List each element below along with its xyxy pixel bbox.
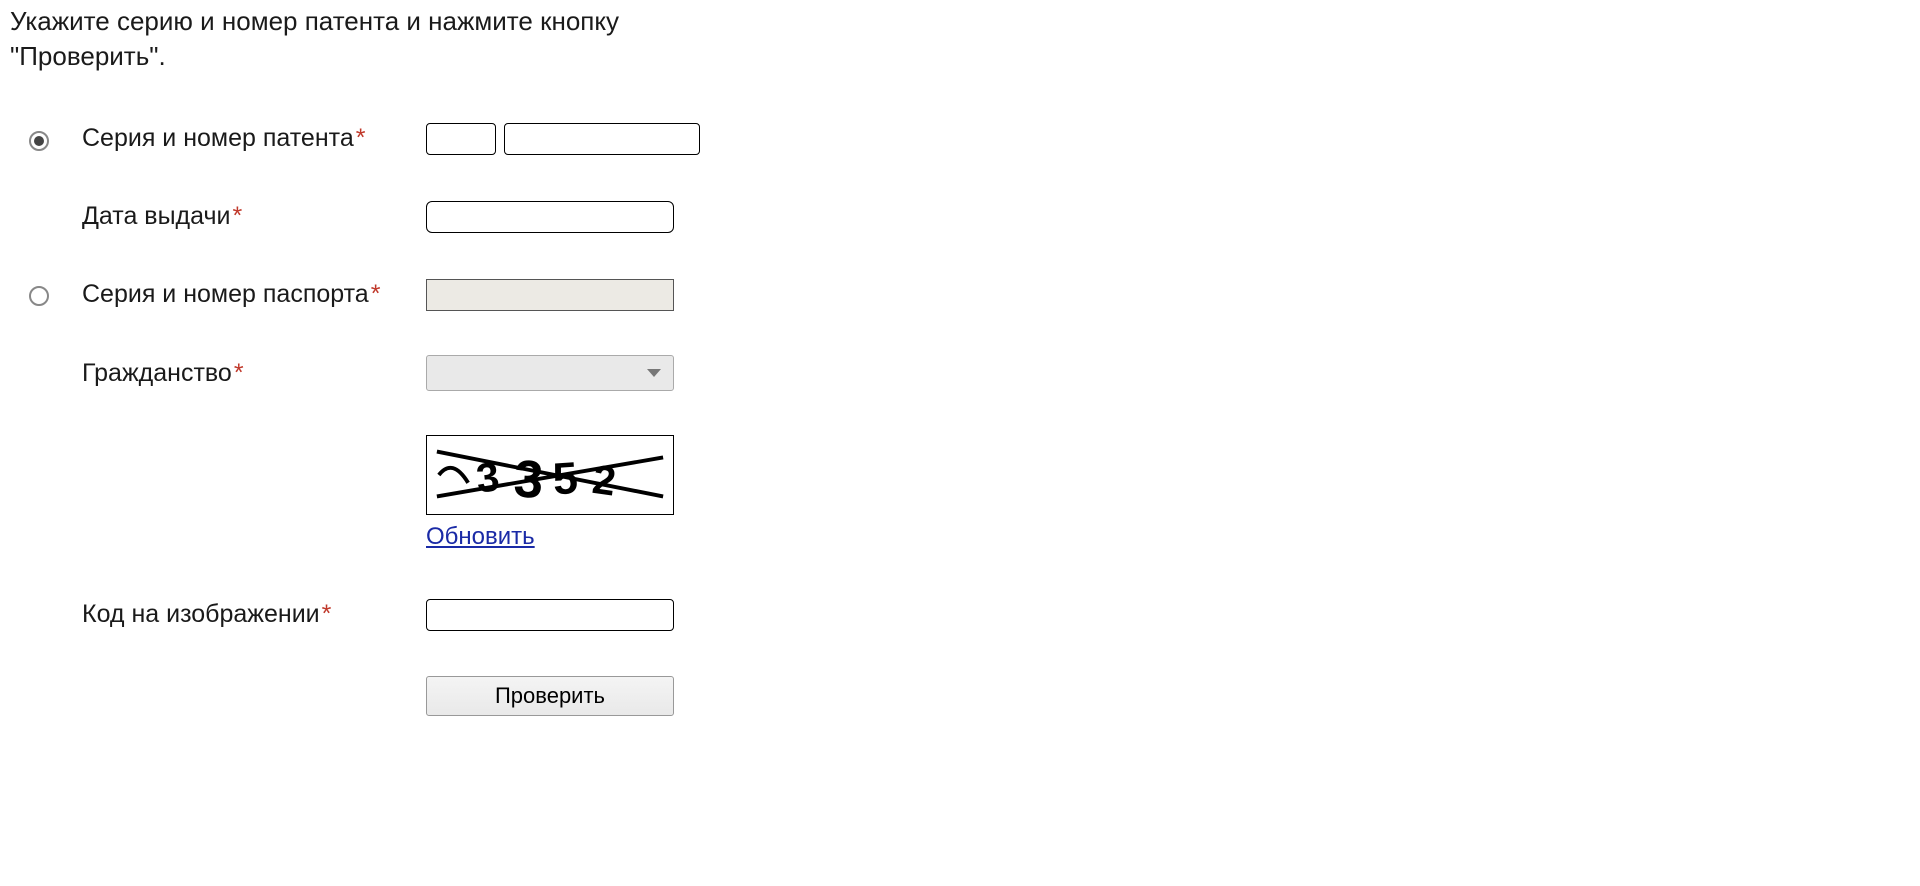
captcha-refresh-link[interactable]: Обновить (426, 521, 535, 553)
required-marker: * (356, 124, 366, 152)
submit-button[interactable]: Проверить (426, 676, 674, 716)
svg-text:3: 3 (512, 450, 544, 510)
label-citizenship: Гражданство* (82, 357, 402, 391)
chevron-down-icon (647, 369, 661, 377)
passport-input (426, 279, 674, 311)
patent-series-input[interactable] (426, 123, 496, 155)
date-input[interactable] (426, 201, 674, 233)
required-marker: * (234, 359, 244, 387)
patent-form: Серия и номер патента* Дата выдачи* Сер (10, 122, 1210, 715)
label-date: Дата выдачи* (82, 200, 402, 234)
captcha-image: 3 3 5 2 (426, 435, 674, 515)
label-passport: Серия и номер паспорта* (82, 278, 402, 312)
citizenship-select[interactable] (426, 355, 674, 391)
required-marker: * (322, 600, 332, 628)
svg-text:2: 2 (590, 456, 619, 505)
required-marker: * (233, 202, 243, 230)
radio-patent[interactable] (29, 131, 49, 151)
svg-text:3: 3 (474, 454, 501, 502)
required-marker: * (371, 280, 381, 308)
radio-passport[interactable] (29, 286, 49, 306)
label-captcha-code: Код на изображении* (82, 598, 402, 632)
intro-text: Укажите серию и номер патента и нажмите … (10, 4, 730, 74)
patent-number-input[interactable] (504, 123, 700, 155)
svg-text:5: 5 (551, 452, 579, 505)
captcha-code-input[interactable] (426, 599, 674, 631)
label-patent: Серия и номер патента* (82, 122, 402, 156)
